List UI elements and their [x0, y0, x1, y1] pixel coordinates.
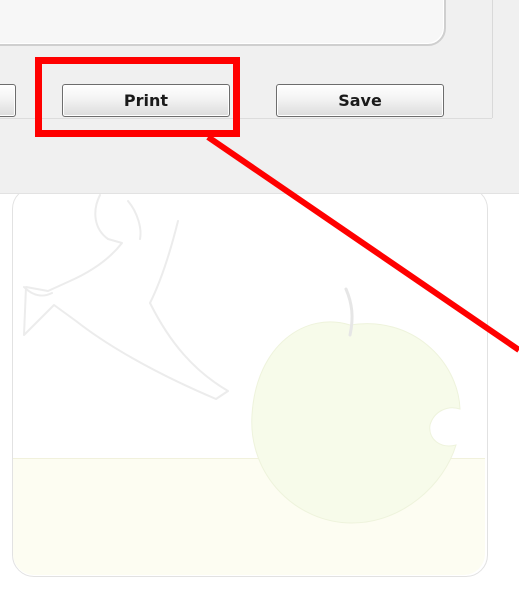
running-figure-outline	[23, 194, 229, 400]
dialog-right-edge	[492, 0, 493, 118]
content-panel	[0, 0, 446, 46]
apple-shape	[251, 321, 461, 524]
annotation-highlight-box	[35, 57, 240, 137]
save-button-label: Save	[338, 91, 382, 110]
background-artwork	[0, 187, 519, 591]
save-button[interactable]: Save	[276, 84, 444, 117]
artwork-illustration	[23, 194, 461, 524]
previous-button[interactable]	[0, 84, 16, 117]
screenshot-stage: Print Save	[0, 0, 519, 591]
